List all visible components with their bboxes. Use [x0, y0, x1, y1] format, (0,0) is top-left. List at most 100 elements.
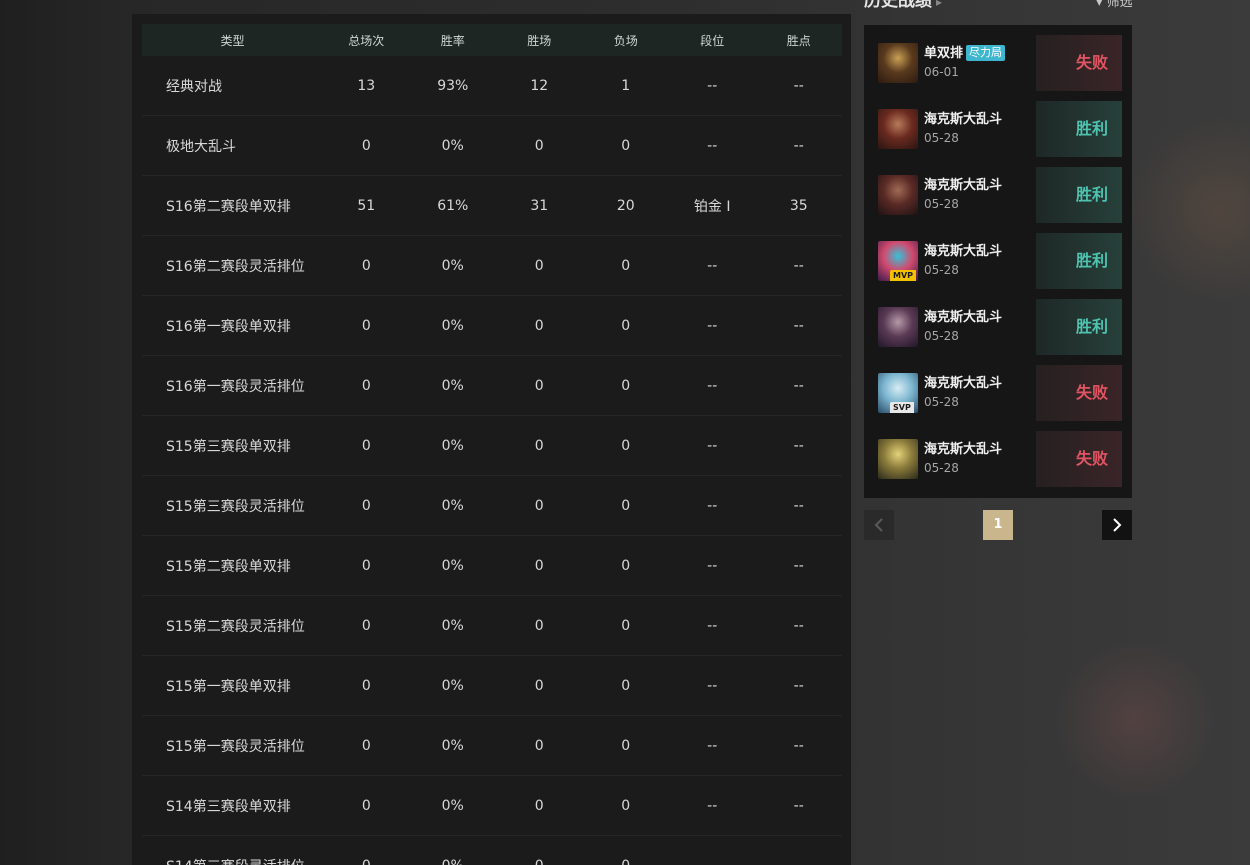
chevron-right-icon: ▸ — [936, 0, 943, 9]
prev-page-button[interactable] — [864, 510, 894, 540]
stat-cell: 0 — [323, 415, 410, 476]
stat-cell: 0 — [496, 355, 583, 416]
table-row: S15第三赛段灵活排位 0 0% 0 0 -- -- — [142, 475, 842, 536]
champion-avatar: SVP — [878, 373, 918, 413]
stat-cell — [755, 835, 842, 865]
match-date: 05-28 — [924, 395, 959, 409]
match-mode-text: 海克斯大乱斗 — [924, 376, 1003, 391]
queue-type-cell: S16第二赛段灵活排位 — [142, 235, 324, 296]
stat-cell: -- — [755, 115, 842, 176]
table-row: 经典对战 13 93% 12 1 -- -- — [142, 56, 842, 116]
stat-cell: 0 — [496, 535, 583, 596]
queue-type-cell: S15第三赛段单双排 — [142, 415, 324, 476]
history-filter-button[interactable]: ▾ 筛选 — [1096, 0, 1133, 10]
match-history-item[interactable]: 海克斯大乱斗 05-28 胜利 — [878, 167, 1122, 223]
stat-cell: 0% — [409, 595, 496, 656]
table-row: S15第一赛段单双排 0 0% 0 0 -- -- — [142, 655, 842, 716]
table-row: S16第一赛段灵活排位 0 0% 0 0 -- -- — [142, 355, 842, 416]
stat-cell: 0 — [582, 535, 669, 596]
champion-avatar — [878, 439, 918, 479]
stat-cell: -- — [668, 56, 756, 116]
match-result: 胜利 — [1036, 101, 1122, 157]
column-header: 胜点 — [755, 24, 842, 56]
queue-type-cell: 极地大乱斗 — [142, 115, 324, 176]
champion-avatar — [878, 109, 918, 149]
stat-cell: -- — [668, 235, 756, 296]
mvp-badge: MVP — [890, 270, 917, 281]
stat-cell: 0 — [496, 595, 583, 656]
match-history-item[interactable]: MVP 海克斯大乱斗 05-28 胜利 — [878, 233, 1122, 289]
filter-icon: ▾ — [1096, 0, 1103, 10]
match-result: 胜利 — [1036, 299, 1122, 355]
stat-cell: 0 — [496, 115, 583, 176]
stat-cell: 61% — [409, 175, 496, 236]
match-history-item[interactable]: 海克斯大乱斗 05-28 胜利 — [878, 101, 1122, 157]
match-mode: 单双排 尽力局 — [924, 42, 1006, 61]
stat-cell: -- — [668, 355, 756, 416]
column-header: 总场次 — [323, 24, 410, 56]
stat-cell: -- — [755, 775, 842, 836]
match-mode-text: 海克斯大乱斗 — [924, 442, 1003, 457]
stat-cell: 0% — [409, 715, 496, 776]
match-result: 失败 — [1036, 431, 1122, 487]
queue-type-cell: S15第三赛段灵活排位 — [142, 475, 324, 536]
stat-cell: 0 — [582, 715, 669, 776]
stat-cell: -- — [755, 235, 842, 296]
champion-avatar: MVP — [878, 241, 918, 281]
stat-cell: -- — [755, 295, 842, 356]
stats-header-row: 类型 总场次 胜率 胜场 负场 段位 胜点 — [142, 24, 842, 56]
match-history-item[interactable]: 海克斯大乱斗 05-28 胜利 — [878, 299, 1122, 355]
history-title[interactable]: 历史战绩 ▸ — [864, 0, 942, 11]
column-header: 胜场 — [496, 24, 583, 56]
stat-cell: -- — [755, 56, 842, 116]
column-header: 胜率 — [409, 24, 496, 56]
queue-type-cell: S15第二赛段单双排 — [142, 535, 324, 596]
stat-cell: 0% — [409, 475, 496, 536]
chevron-right-icon — [1113, 518, 1122, 532]
stat-cell: 0% — [409, 235, 496, 296]
stat-cell: 0 — [496, 475, 583, 536]
table-row: S16第二赛段单双排 51 61% 31 20 铂金 Ⅰ 35 — [142, 175, 842, 236]
stat-cell: -- — [668, 655, 756, 716]
table-row: S16第二赛段灵活排位 0 0% 0 0 -- -- — [142, 235, 842, 296]
stat-cell: -- — [755, 475, 842, 536]
stat-cell: 0 — [582, 655, 669, 716]
table-row: S14第三赛段单双排 0 0% 0 0 -- -- — [142, 775, 842, 836]
stat-cell: -- — [668, 595, 756, 656]
match-history-item[interactable]: SVP 海克斯大乱斗 05-28 失败 — [878, 365, 1122, 421]
match-date: 06-01 — [924, 65, 959, 79]
stat-cell: 0 — [582, 115, 669, 176]
match-mode: 海克斯大乱斗 — [924, 174, 1002, 193]
stat-cell: 0 — [496, 775, 583, 836]
queue-type-cell: S15第一赛段灵活排位 — [142, 715, 324, 776]
stat-cell: 0 — [323, 295, 410, 356]
match-date: 05-28 — [924, 197, 959, 211]
table-row: S14第三赛段灵活排位00%00 — [142, 835, 842, 865]
match-history-item[interactable]: 单双排 尽力局 06-01 失败 — [878, 35, 1122, 91]
stat-cell: 93% — [409, 56, 496, 116]
stat-cell: 0 — [496, 235, 583, 296]
stat-cell: 0 — [582, 295, 669, 356]
stats-table: 类型 总场次 胜率 胜场 负场 段位 胜点 经典对战 13 93% 12 1 -- -- 极地大乱斗 0 0%… — [142, 24, 842, 865]
match-mode: 海克斯大乱斗 — [924, 108, 1002, 127]
stat-cell: 0% — [409, 115, 496, 176]
queue-type-cell: S16第二赛段单双排 — [142, 175, 324, 236]
stats-panel: 类型 总场次 胜率 胜场 负场 段位 胜点 经典对战 13 93% 12 1 -- -- 极地大乱斗 0 0%… — [132, 14, 851, 865]
match-mode-text: 单双排 — [924, 46, 964, 61]
match-mode: 海克斯大乱斗 — [924, 372, 1002, 391]
match-mode-text: 海克斯大乱斗 — [924, 178, 1003, 193]
column-header: 类型 — [142, 24, 324, 56]
page-number-current[interactable]: 1 — [983, 510, 1013, 540]
stat-cell: 0% — [409, 295, 496, 356]
match-result: 胜利 — [1036, 167, 1122, 223]
stat-cell: 0 — [323, 115, 410, 176]
stat-cell: 0% — [409, 835, 496, 865]
match-history-item[interactable]: 海克斯大乱斗 05-28 失败 — [878, 431, 1122, 487]
stat-cell: 0% — [409, 655, 496, 716]
stat-cell: 铂金 Ⅰ — [668, 175, 756, 236]
stat-cell: 0 — [582, 415, 669, 476]
stat-cell: -- — [755, 715, 842, 776]
stat-cell: 0 — [323, 355, 410, 416]
next-page-button[interactable] — [1102, 510, 1132, 540]
stat-cell: 0 — [582, 355, 669, 416]
